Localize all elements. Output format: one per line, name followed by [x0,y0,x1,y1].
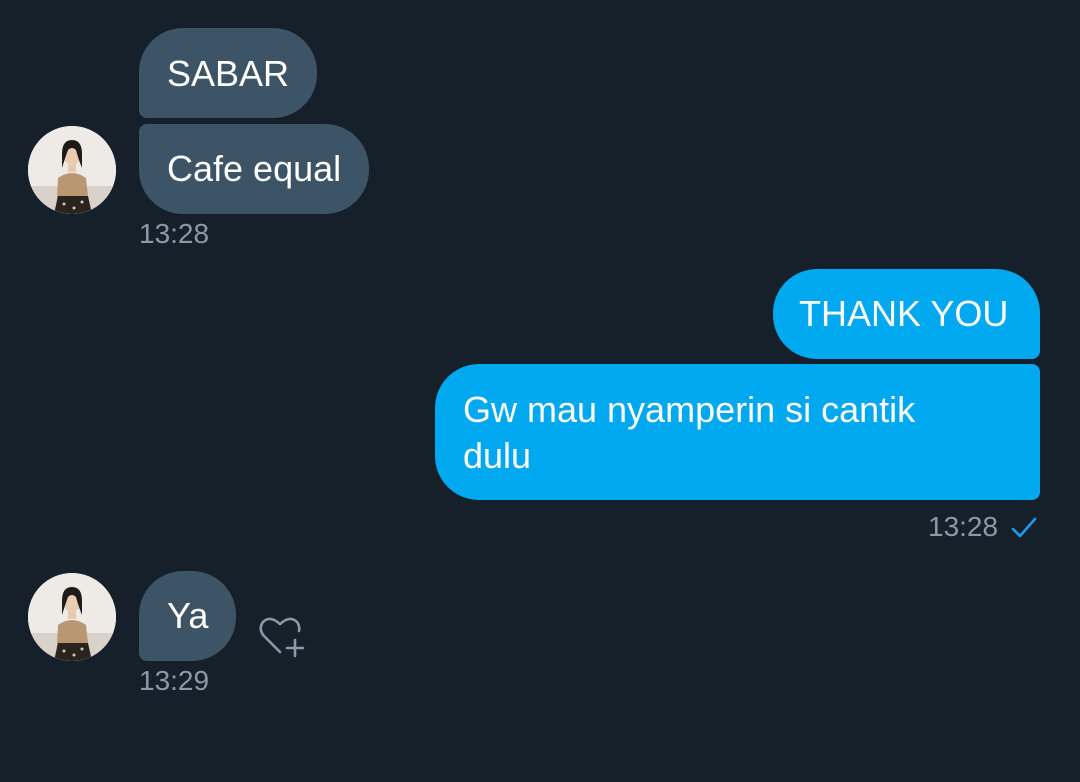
message-text-line: Gw mau nyamperin si cantik [463,389,916,430]
conversation-view: SABAR Cafe equal 13:28 THANK YOU Gw mau … [0,0,1080,782]
message-text: THANK YOU [799,293,1009,334]
incoming-message-bubble[interactable]: Cafe equal [139,124,370,214]
checkmark-icon [1011,517,1037,538]
heart-plus-icon[interactable] [258,614,306,658]
message-timestamp: 13:29 [139,665,210,696]
message-text: SABAR [167,53,290,94]
incoming-message-bubble[interactable]: SABAR [139,28,318,118]
outgoing-message-bubble[interactable]: THANK YOU [773,269,1040,359]
message-timestamp: 13:28 [139,218,210,249]
message-text: Ya [167,595,209,636]
message-text: Cafe equal [167,148,342,189]
outgoing-message-bubble[interactable]: Gw mau nyamperin si cantik dulu [435,364,1040,500]
sender-avatar[interactable] [28,126,116,214]
message-timestamp: 13:28 [928,511,999,542]
sender-avatar[interactable] [28,573,116,661]
message-text-line: dulu [463,435,532,476]
avatar-image [28,573,116,661]
avatar-image [28,126,116,214]
incoming-message-bubble[interactable]: Ya [139,571,237,661]
